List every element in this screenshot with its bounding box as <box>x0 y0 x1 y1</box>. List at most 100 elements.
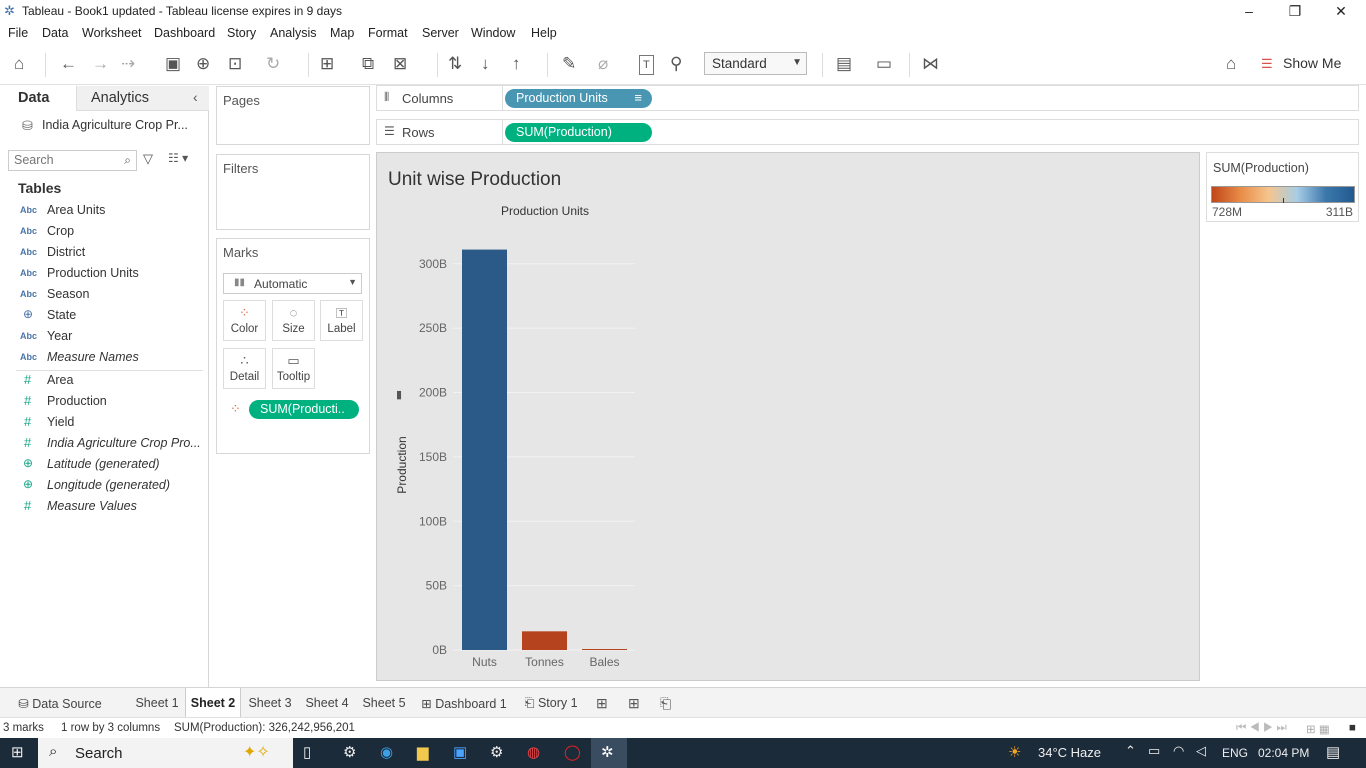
field-production[interactable]: # Production <box>0 392 205 413</box>
fit-dropdown[interactable]: Standard ▼ <box>704 52 807 75</box>
field-state[interactable]: ⊕ State <box>0 306 205 327</box>
chrome-icon[interactable]: ◍ <box>527 743 540 761</box>
presentation-mode-icon[interactable]: ▭ <box>876 55 892 73</box>
field-crop[interactable]: Abc Crop <box>0 222 205 243</box>
rows-pill[interactable]: SUM(Production) <box>505 123 652 142</box>
field-longitude[interactable]: ⊕ Longitude (generated) <box>0 476 205 497</box>
tab-sheet-2[interactable]: Sheet 2 <box>185 688 241 718</box>
marks-pill[interactable]: SUM(Producti.. <box>249 400 359 419</box>
size-button[interactable]: ◌ Size <box>272 300 315 341</box>
menu-format[interactable]: Format <box>368 26 408 40</box>
field-latitude[interactable]: ⊕ Latitude (generated) <box>0 455 205 476</box>
tab-data-source[interactable]: ⛁ Data Source <box>0 688 120 718</box>
undo-icon[interactable]: ← <box>60 55 77 73</box>
field-measure-names[interactable]: Abc Measure Names <box>0 348 205 369</box>
tab-data[interactable]: Data <box>0 86 76 111</box>
share-icon[interactable]: ⋈ <box>922 55 939 73</box>
language-indicator[interactable]: ENG <box>1222 746 1248 760</box>
field-count[interactable]: # India Agriculture Crop Pro... <box>0 434 205 455</box>
tab-sheet-3[interactable]: Sheet 3 <box>242 688 298 718</box>
minimize-button[interactable]: – <box>1226 0 1272 23</box>
view-mode-icon[interactable]: ⊞ ▦ <box>1306 722 1330 736</box>
bar-bales[interactable] <box>582 649 627 650</box>
color-button[interactable]: ⁘ Color <box>223 300 266 341</box>
file-explorer-icon[interactable]: ▆ <box>417 743 429 761</box>
pause-updates-icon[interactable]: ⊡ <box>228 55 242 73</box>
field-measure-values[interactable]: # Measure Values <box>0 497 205 518</box>
menu-window[interactable]: Window <box>471 26 515 40</box>
menu-worksheet[interactable]: Worksheet <box>82 26 142 40</box>
gear-app-icon[interactable]: ⚙ <box>490 743 503 761</box>
label-button[interactable]: 🅃 Label <box>320 300 363 341</box>
menu-server[interactable]: Server <box>422 26 459 40</box>
tab-sheet-1[interactable]: Sheet 1 <box>130 688 184 718</box>
field-yield[interactable]: # Yield <box>0 413 205 434</box>
notifications-icon[interactable]: ▤ <box>1326 743 1340 761</box>
axis-sort-icon[interactable]: ▮ <box>396 389 402 401</box>
duplicate-icon[interactable]: ⧉ <box>362 55 374 73</box>
sheet-navigation-icon[interactable]: ⏮ ◀ ▶ ⏭ <box>1236 722 1287 735</box>
pages-shelf[interactable]: Pages <box>216 86 370 145</box>
home-icon[interactable]: ⌂ <box>14 55 24 73</box>
filmstrip-icon[interactable]: ■ <box>1349 722 1356 734</box>
field-area-units[interactable]: Abc Area Units <box>0 201 205 222</box>
new-worksheet-icon[interactable]: ⊞ <box>596 695 608 712</box>
field-district[interactable]: Abc District <box>0 243 205 264</box>
task-view-icon[interactable]: ▯ <box>303 743 311 761</box>
store-icon[interactable]: ▣ <box>453 743 467 761</box>
show-me-button[interactable]: Show Me <box>1283 55 1341 71</box>
settings-icon[interactable]: ⚙ <box>343 743 356 761</box>
filter-icon[interactable]: ▽ <box>143 151 153 167</box>
replay-icon[interactable]: ⇢ <box>121 55 135 73</box>
field-year[interactable]: Abc Year <box>0 327 205 348</box>
menu-analysis[interactable]: Analysis <box>270 26 317 40</box>
new-datasource-icon[interactable]: ⊕ <box>196 55 210 73</box>
tab-story-1[interactable]: ⎗ Story 1 <box>516 688 586 718</box>
tooltip-button[interactable]: ▭ Tooltip <box>272 348 315 389</box>
menu-file[interactable]: File <box>8 26 28 40</box>
color-legend[interactable]: SUM(Production) 728M 311B <box>1206 152 1359 222</box>
redo-icon[interactable]: → <box>92 55 109 73</box>
close-button[interactable]: ✕ <box>1318 0 1364 23</box>
datasource-name[interactable]: India Agriculture Crop Pr... <box>42 118 188 132</box>
rows-shelf[interactable]: ☰ Rows SUM(Production) <box>376 119 1359 145</box>
menu-dashboard[interactable]: Dashboard <box>154 26 215 40</box>
restore-button[interactable]: ❐ <box>1272 0 1318 23</box>
tab-analytics[interactable]: Analytics <box>76 86 209 111</box>
columns-shelf[interactable]: ⦀ Columns Production Units ≡ <box>376 85 1359 111</box>
new-story-icon[interactable]: ⎗ <box>660 695 671 712</box>
bar-tonnes[interactable] <box>522 631 567 650</box>
new-worksheet-icon[interactable]: ⊞ <box>320 55 334 73</box>
new-dashboard-icon[interactable]: ⊞ <box>628 695 640 712</box>
tab-sheet-5[interactable]: Sheet 5 <box>356 688 412 718</box>
search-input[interactable] <box>14 151 114 169</box>
weather-text[interactable]: 34°C Haze <box>1038 745 1101 760</box>
field-area[interactable]: # Area <box>0 371 205 392</box>
clear-sheet-icon[interactable]: ⊠ <box>393 55 407 73</box>
filters-shelf[interactable]: Filters <box>216 154 370 230</box>
sort-ascending-icon[interactable]: ↓ <box>481 55 490 73</box>
mark-type-dropdown[interactable]: ▮▮ Automatic ▼ <box>223 273 362 294</box>
show-labels-icon[interactable]: T <box>639 55 654 75</box>
highlight-icon[interactable]: ✎ <box>562 55 576 73</box>
fix-axes-icon[interactable]: ⚲ <box>670 55 682 73</box>
menu-help[interactable]: Help <box>531 26 557 40</box>
menu-story[interactable]: Story <box>227 26 256 40</box>
edge-icon[interactable]: ◉ <box>380 743 393 761</box>
volume-icon[interactable]: ◁ <box>1196 743 1206 759</box>
windows-start-icon[interactable]: ⊞ <box>11 743 24 761</box>
opera-icon[interactable]: ◯ <box>564 743 581 761</box>
menu-map[interactable]: Map <box>330 26 354 40</box>
columns-pill[interactable]: Production Units ≡ <box>505 89 652 108</box>
refresh-icon[interactable]: ↻ <box>266 55 280 73</box>
swap-icon[interactable]: ⇅ <box>448 55 462 73</box>
tab-sheet-4[interactable]: Sheet 4 <box>299 688 355 718</box>
field-season[interactable]: Abc Season <box>0 285 205 306</box>
save-icon[interactable]: ▣ <box>165 55 181 73</box>
sort-icon[interactable]: ≡ <box>634 90 642 105</box>
sort-descending-icon[interactable]: ↑ <box>512 55 521 73</box>
collapse-pane-icon[interactable]: ‹ <box>193 89 198 105</box>
tableau-taskbar-button[interactable]: ✲ <box>591 738 627 768</box>
tray-chevron-icon[interactable]: ⌃ <box>1125 743 1136 759</box>
clock[interactable]: 02:04 PM <box>1258 746 1309 760</box>
